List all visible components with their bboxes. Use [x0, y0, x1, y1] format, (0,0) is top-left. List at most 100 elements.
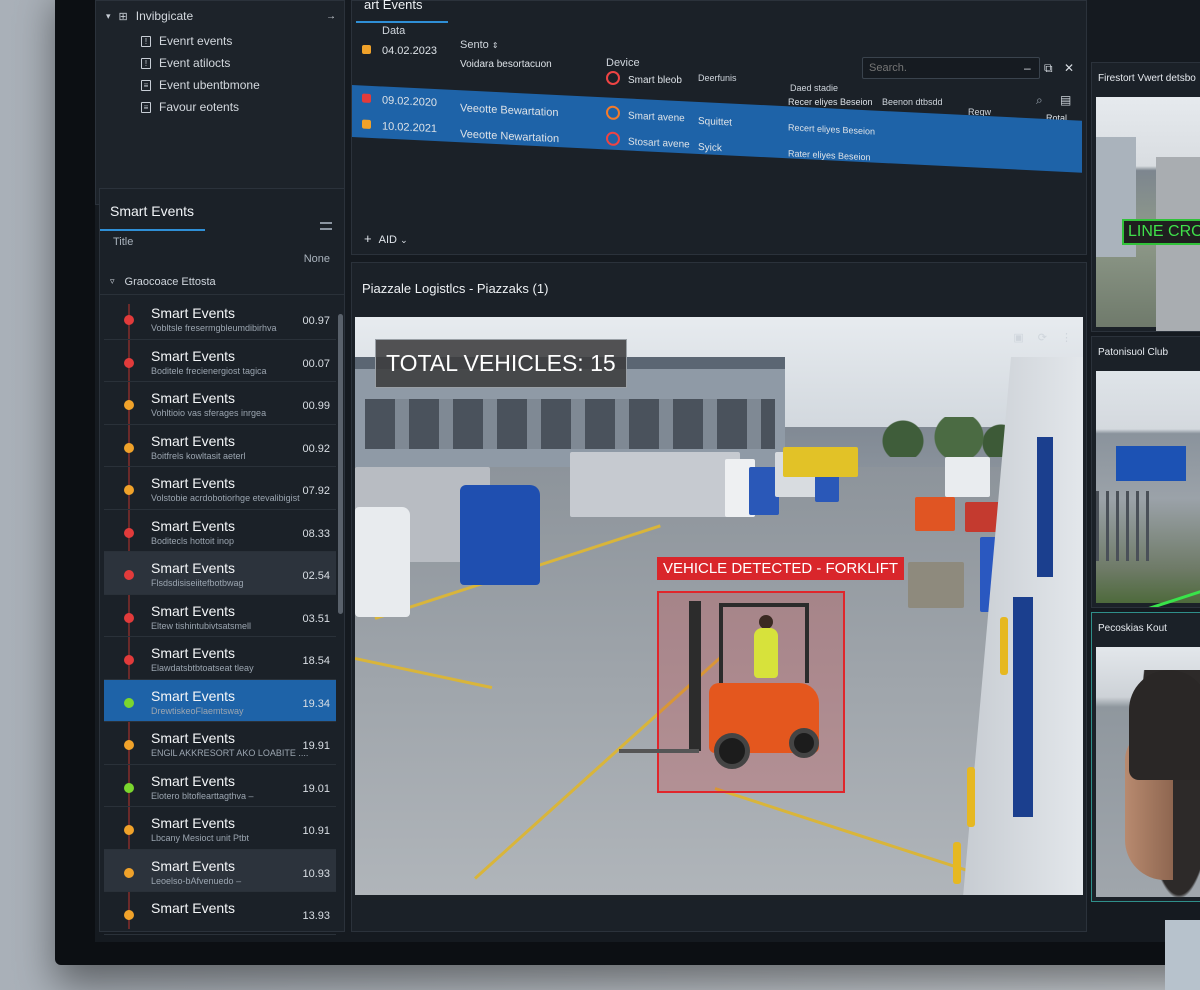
event-name: Smart Events [151, 687, 236, 704]
operator-head [1129, 670, 1200, 780]
event-list-item[interactable]: Smart Events Leoelso-bAfvenuedo – 10.93 [104, 849, 336, 892]
severity-dot-icon [124, 740, 134, 750]
event-list-item[interactable]: Smart Events ENGlL AKKRESORT AKO LOABITE … [104, 722, 336, 765]
severity-dot-icon [124, 400, 134, 410]
row-detail: Syick [698, 141, 722, 155]
event-list-item[interactable]: Smart Events Boditecls hottoit inop 08.33 [104, 510, 336, 552]
event-list-item[interactable]: Smart Events Volstobie acrdobotiorhge ete… [104, 467, 336, 510]
group-label: Graocoace Ettosta [124, 275, 216, 288]
collapse-chevron-icon: ▾ [106, 10, 111, 21]
bollard [1000, 617, 1008, 675]
snapshot-icon[interactable]: ▣ [1013, 331, 1023, 344]
camera-feed[interactable]: TOTAL VEHICLES: 15 VEHICLE DETECTED - FO… [355, 317, 1083, 895]
camera-tile-title: Firestort Vwert detsbo [1098, 73, 1196, 84]
severity-dot-icon [124, 527, 134, 538]
severity-dot-icon [124, 612, 134, 623]
dock-door [1013, 597, 1033, 817]
event-subtitle: Elotero bltoflearttagthva – [151, 790, 254, 801]
camera-feed-thumbnail [1096, 371, 1200, 607]
event-list-item[interactable]: Smart Events Vohltioio vas sferages inrge… [104, 382, 336, 425]
event-list-item[interactable]: Smart Events Flsdsdisiseiitefbotbwag 02.54 [104, 552, 336, 595]
bollard [967, 767, 975, 827]
event-list-item[interactable]: Smart Events Eltew tishintubivtsatsmell 03… [104, 595, 336, 637]
column-header-deerfunis[interactable]: Deerfunis [698, 73, 737, 83]
tab-smart-events[interactable]: art Events [364, 0, 423, 12]
detection-bounding-box[interactable] [619, 591, 845, 793]
scrollbar[interactable] [338, 314, 343, 614]
camera-tile-1[interactable]: Firestort Vwert detsbo LINE CROS [1091, 62, 1200, 332]
event-name: Smart Events [151, 602, 236, 619]
refresh-icon[interactable]: ⟳ [1038, 331, 1047, 344]
detection-label: VEHICLE DETECTED - FORKLIFT [657, 557, 905, 580]
row-device: Smart bleob [628, 75, 682, 86]
event-group-header[interactable]: ▿ Graocoace Ettosta [100, 269, 344, 295]
nav-header-label: Invibgicate [135, 9, 194, 23]
column-header-daed[interactable]: Daed stadie [790, 83, 838, 93]
severity-dot-icon [124, 825, 134, 835]
camera-tile-2[interactable]: Patonisuol Club [1091, 336, 1200, 608]
wheel [789, 728, 819, 758]
event-name: Smart Events [151, 305, 236, 321]
add-button[interactable]: + AID ⌄ [364, 231, 408, 246]
severity-badge [362, 93, 371, 103]
event-list-item[interactable]: Smart Events 13.93 [104, 892, 336, 935]
nav-item-1[interactable]: ! Event atilocts [141, 56, 230, 70]
line-cross-overlay: LINE CROS [1122, 219, 1200, 245]
event-list-item[interactable]: Smart Events Boitfrels kowltasit aeterl 00… [104, 425, 336, 467]
more-icon[interactable]: ⋮ [1061, 331, 1072, 344]
search-icon[interactable]: ⌕ [1036, 93, 1043, 108]
nav-item-label: Evenrt events [159, 34, 233, 48]
operator-silhouette [1125, 670, 1200, 990]
event-list-item[interactable]: Smart Events Lbcany Mesioct unit Ptbt 10.9… [104, 807, 336, 850]
event-time: 00.97 [302, 315, 330, 327]
event-subtitle: Boditele frecienergiost tagica [151, 365, 267, 376]
alert-device-icon [606, 131, 620, 147]
list-icon: ≡ [141, 101, 151, 113]
wheel [714, 733, 750, 769]
bollard [953, 842, 961, 884]
column-title[interactable]: Title [113, 236, 133, 248]
row-title: Veeotte Newartation [460, 128, 560, 146]
event-list-item[interactable]: Smart Events Boditele frecienergiost tagi… [104, 340, 336, 382]
severity-dot-icon [124, 315, 134, 325]
event-subtitle: Flsdsdisiseiitefbotbwag [151, 578, 244, 588]
event-subtitle: Vohltioio vas sferages inrgea [151, 408, 267, 418]
event-list-item[interactable]: Smart Events Elawdatsbtbtoatseat tleay 18.… [104, 637, 336, 680]
events-panel-title[interactable]: Smart Events [110, 203, 194, 219]
row-date: 10.02.2021 [382, 120, 438, 136]
alert-device-icon [606, 71, 620, 85]
nav-header[interactable]: ▾ ⊞ Invibgicate → [106, 9, 336, 23]
event-name: Smart Events [151, 560, 236, 576]
table-row[interactable]: 04.02.2023 Voidara besortacuon Smart ble… [352, 37, 1082, 123]
event-subtitle: DrewtiskeoFlaemtsway [151, 705, 244, 716]
event-subtitle: Leoelso-bAfvenuedo – [151, 875, 242, 886]
white-truck [355, 507, 410, 617]
event-list-item[interactable]: Smart Events DrewtiskeoFlaemtsway 19.34 [104, 679, 336, 722]
navigation-panel: ▾ ⊞ Invibgicate → ! Evenrt events ! Even… [95, 0, 345, 205]
event-name: Smart Events [151, 645, 236, 661]
row-device: Stosart avene [628, 136, 690, 151]
event-time: 19.91 [302, 740, 330, 752]
nav-item-0[interactable]: ! Evenrt events [141, 34, 232, 48]
event-time: 19.34 [302, 697, 330, 710]
event-list-item[interactable]: Smart Events Vobltsle fresermgbleumdibirh… [104, 297, 336, 340]
severity-dot-icon [124, 442, 134, 453]
row-detail: Squittet [698, 115, 732, 129]
forklift-mast [689, 601, 701, 751]
event-name: Smart Events [151, 517, 236, 534]
severity-dot-icon [124, 697, 134, 708]
nav-item-3[interactable]: ≡ Favour eotents [141, 100, 239, 114]
event-subtitle: Volstobie acrdobotiorhge etevalibigist [151, 493, 300, 503]
yellow-trailer [783, 447, 858, 477]
event-list-item[interactable]: Smart Events Elotero bltoflearttagthva – 1… [104, 765, 336, 807]
driver-head [759, 615, 773, 629]
nav-item-2[interactable]: ≡ Event ubentbmone [141, 78, 260, 92]
event-list: Smart Events Vobltsle fresermgbleumdibirh… [104, 297, 336, 935]
active-tab-indicator [100, 229, 205, 231]
forklift-forks [619, 749, 699, 753]
column-header-beenon[interactable]: Beenon dtbsdd [882, 97, 943, 107]
column-none[interactable]: None [304, 253, 330, 265]
list-view-icon[interactable]: ▤ [1060, 93, 1071, 107]
column-header-data[interactable]: Data [382, 25, 405, 37]
filter-icon[interactable] [320, 222, 332, 230]
